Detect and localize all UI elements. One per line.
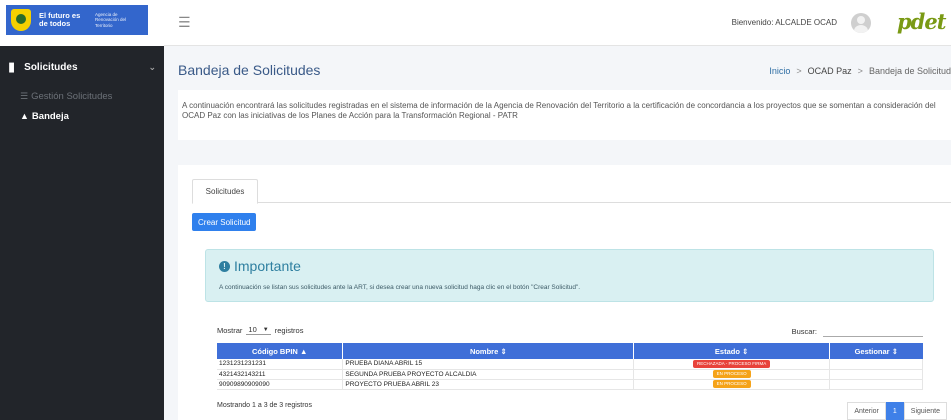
cell-name: SEGUNDA PRUEBA PROYECTO ALCALDIA — [342, 369, 635, 380]
sort-icon: ⇕ — [500, 346, 507, 356]
table-header-row: Código BPIN ▲ Nombre ⇕ Estado ⇕ Gestiona… — [217, 343, 923, 359]
sidebar-item-label: Gestión Solicitudes — [31, 90, 113, 102]
create-request-button[interactable]: Crear Solicitud — [192, 213, 257, 231]
cell-actions[interactable] — [829, 369, 923, 380]
breadcrumb: Inicio > OCAD Paz > Bandeja de Solicitud — [769, 66, 951, 76]
column-header-estado[interactable]: Estado ⇕ — [633, 343, 831, 359]
exclamation-circle-icon: ! — [219, 260, 230, 272]
cell-name: PRUEBA DIANA ABRIL 15 — [342, 359, 635, 370]
important-alert: ! Importante A continuación se listan su… — [205, 249, 934, 302]
cell-status: EN PROCESO — [633, 369, 831, 380]
brand-bar: El futuro es de todos Agencia de Renovac… — [0, 0, 164, 46]
cell-actions[interactable] — [829, 359, 923, 370]
avatar[interactable] — [851, 12, 871, 33]
pdet-logo-text: pdet — [897, 8, 946, 34]
requests-card: Solicitudes Crear Solicitud ! Importante… — [178, 165, 951, 420]
cell-bpin: 4321432143211 — [217, 369, 344, 380]
alert-title-text: Importante — [234, 258, 301, 274]
tab-bar: Solicitudes — [192, 179, 951, 204]
chevron-down-icon: ⌄ — [148, 61, 156, 72]
column-label: Estado — [714, 346, 740, 356]
status-badge: RECHAZADA - PROCESO FIRMA — [692, 359, 771, 368]
search-control: Buscar: — [792, 325, 923, 337]
cell-actions[interactable] — [829, 379, 923, 390]
column-header-gestionar[interactable]: Gestionar ⇕ — [829, 343, 923, 359]
page-title: Bandeja de Solicitudes — [178, 62, 321, 78]
cell-bpin: 1231231231231 — [217, 359, 344, 370]
records-label: registros — [274, 325, 304, 335]
column-label: Código BPIN — [252, 346, 298, 356]
chevron-right-icon: > — [857, 66, 863, 76]
page-length-control: Mostrar 10 ▼ registros — [217, 325, 303, 335]
page-size-value: 10 — [248, 325, 257, 334]
pdet-logo: pdet — [897, 6, 946, 40]
caret-down-icon: ▼ — [262, 326, 269, 333]
brand-agency: Agencia de Renovación del Territorio — [95, 11, 127, 28]
pagination-page-1[interactable]: 1 — [885, 402, 904, 420]
menu-toggle-icon[interactable]: ☰ — [178, 14, 191, 31]
sort-icon: ⇕ — [742, 346, 749, 356]
requests-table: Código BPIN ▲ Nombre ⇕ Estado ⇕ Gestiona… — [217, 343, 923, 390]
table-row[interactable]: 1231231231231 PRUEBA DIANA ABRIL 15 RECH… — [217, 359, 923, 370]
book-icon: ▮ — [8, 59, 16, 74]
search-label: Buscar: — [791, 326, 817, 336]
cell-status: EN PROCESO — [633, 379, 831, 390]
breadcrumb-inicio[interactable]: Inicio — [769, 66, 790, 76]
tab-solicitudes[interactable]: Solicitudes — [192, 179, 258, 204]
colombia-shield-icon — [11, 9, 31, 31]
page-size-select[interactable]: 10 ▼ — [246, 325, 271, 335]
table-info: Mostrando 1 a 3 de 3 registros — [217, 402, 312, 409]
sidebar-section-solicitudes[interactable]: ▮ Solicitudes ⌄ — [0, 46, 164, 88]
welcome-text: Bienvenido: ALCALDE OCAD — [731, 18, 837, 27]
table-row[interactable]: 4321432143211 SEGUNDA PRUEBA PROYECTO AL… — [217, 369, 923, 380]
alert-title: ! Importante — [219, 258, 301, 274]
status-badge: EN PROCESO — [712, 370, 751, 378]
show-label: Mostrar — [217, 325, 243, 335]
description-card: A continuación encontrará las solicitude… — [178, 90, 951, 140]
cell-bpin: 90909890909090 — [217, 379, 344, 390]
sidebar-item-bandeja[interactable]: ▲ Bandeja — [0, 108, 164, 124]
sort-asc-icon: ▲ — [299, 346, 308, 356]
breadcrumb-ocad-paz[interactable]: OCAD Paz — [808, 66, 852, 76]
list-icon: ☰ — [20, 90, 29, 101]
sidebar-section-label: Solicitudes — [24, 61, 78, 73]
topbar: ☰ Bienvenido: ALCALDE OCAD pdet — [164, 0, 951, 46]
cell-status: RECHAZADA - PROCESO FIRMA — [633, 359, 831, 370]
pagination-previous[interactable]: Anterior — [847, 402, 886, 420]
column-label: Gestionar — [854, 346, 890, 356]
status-badge: EN PROCESO — [712, 380, 751, 388]
description-text: A continuación encontrará las solicitude… — [182, 101, 936, 120]
sidebar-item-gestion-solicitudes[interactable]: ☰ Gestión Solicitudes — [0, 88, 164, 104]
column-header-bpin[interactable]: Código BPIN ▲ — [217, 343, 344, 359]
column-header-nombre[interactable]: Nombre ⇕ — [342, 343, 635, 359]
table-row[interactable]: 90909890909090 PROYECTO PRUEBA ABRIL 23 … — [217, 379, 923, 390]
chevron-right-icon: > — [796, 66, 802, 76]
sidebar-item-label: Bandeja — [31, 110, 69, 122]
search-input[interactable] — [823, 325, 923, 337]
inbox-icon: ▲ — [20, 111, 29, 121]
column-label: Nombre — [469, 346, 499, 356]
breadcrumb-current: Bandeja de Solicitud — [868, 66, 951, 76]
sort-icon: ⇕ — [891, 346, 898, 356]
sidebar: El futuro es de todos Agencia de Renovac… — [0, 0, 164, 420]
brand-logo[interactable]: El futuro es de todos Agencia de Renovac… — [6, 5, 148, 35]
brand-slogan: El futuro es de todos — [39, 11, 81, 28]
pagination: Anterior 1 Siguiente — [847, 402, 947, 420]
cell-name: PROYECTO PRUEBA ABRIL 23 — [342, 379, 635, 390]
pagination-next[interactable]: Siguiente — [903, 402, 947, 420]
alert-text: A continuación se listan sus solicitudes… — [219, 284, 581, 291]
